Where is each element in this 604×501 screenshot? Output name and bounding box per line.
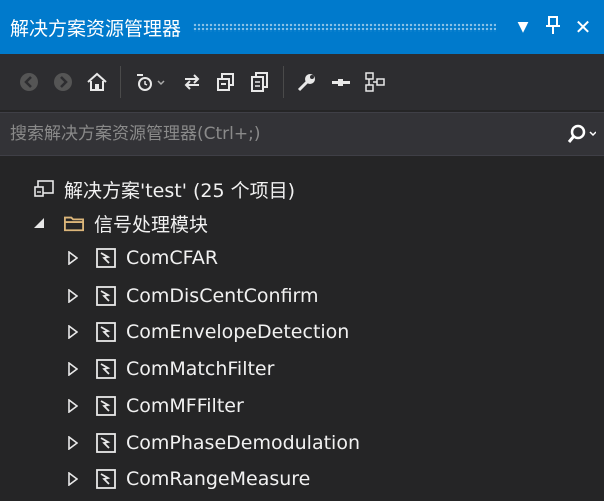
preview-selected-icon[interactable] — [326, 67, 356, 97]
toolbar — [0, 54, 604, 110]
project-label: ComDisCentConfirm — [126, 285, 319, 307]
project-label: ComRangeMeasure — [126, 468, 311, 490]
project-label: ComPhaseDemodulation — [126, 432, 361, 454]
tree-item-solution[interactable]: 解决方案'test' (25 个项目) — [34, 172, 295, 206]
toolbar-separator — [283, 66, 284, 98]
search-input[interactable] — [0, 112, 558, 156]
collapsed-arrow-icon[interactable] — [66, 289, 80, 303]
project-icon — [96, 433, 116, 453]
collapsed-arrow-icon[interactable] — [66, 472, 80, 486]
collapse-all-icon[interactable] — [211, 67, 241, 97]
tree-item-project[interactable]: ComPhaseDemodulation — [66, 426, 360, 460]
drag-grip[interactable] — [193, 22, 496, 32]
back-icon[interactable] — [14, 67, 44, 97]
project-label: ComCFAR — [126, 247, 219, 269]
pin-icon[interactable] — [538, 15, 568, 40]
project-label: ComMatchFilter — [126, 358, 275, 380]
project-label: ComMFFilter — [126, 395, 244, 417]
folder-icon — [64, 213, 84, 233]
project-icon — [96, 469, 116, 489]
toolbar-separator — [120, 66, 121, 98]
collapsed-arrow-icon[interactable] — [66, 399, 80, 413]
close-icon[interactable]: ✕ — [568, 15, 598, 39]
solution-label: 解决方案'test' (25 个项目) — [64, 179, 296, 202]
project-icon — [96, 322, 116, 342]
expanded-arrow-icon[interactable] — [32, 216, 46, 230]
tree-item-project[interactable]: ComRangeMeasure — [66, 462, 310, 496]
search-icon[interactable] — [558, 124, 604, 144]
panel-title: 解决方案资源管理器 — [10, 17, 182, 40]
folder-label: 信号处理模块 — [94, 213, 209, 236]
tree-item-project[interactable]: ComMatchFilter — [66, 352, 274, 386]
project-icon — [96, 396, 116, 416]
sync-pending-icon[interactable] — [129, 67, 173, 97]
search-box — [0, 112, 604, 156]
title-bar[interactable]: 解决方案资源管理器 ▼ ✕ — [0, 0, 604, 54]
home-icon[interactable] — [82, 67, 112, 97]
window-position-dropdown-icon[interactable]: ▼ — [508, 19, 538, 35]
project-icon — [96, 286, 116, 306]
class-view-icon[interactable] — [360, 67, 390, 97]
sync-with-document-icon[interactable] — [177, 67, 207, 97]
project-label: ComEnvelopeDetection — [126, 321, 350, 343]
solution-icon — [34, 179, 54, 199]
collapsed-arrow-icon[interactable] — [66, 362, 80, 376]
solution-explorer-panel: 解决方案资源管理器 ▼ ✕ 搜索解决方案资源管理器(Ctrl+;) 解决方案't… — [0, 0, 604, 501]
collapsed-arrow-icon[interactable] — [66, 251, 80, 265]
properties-wrench-icon[interactable] — [292, 67, 322, 97]
project-icon — [96, 359, 116, 379]
project-icon — [96, 248, 116, 268]
tree-item-project[interactable]: ComCFAR — [66, 241, 218, 275]
tree-item-project[interactable]: ComMFFilter — [66, 389, 244, 423]
tree-item-project[interactable]: ComDisCentConfirm — [66, 279, 319, 313]
tree-item-folder[interactable]: 信号处理模块 — [32, 206, 208, 240]
tree-item-project[interactable]: ComEnvelopeDetection — [66, 315, 349, 349]
forward-icon[interactable] — [48, 67, 78, 97]
collapsed-arrow-icon[interactable] — [66, 325, 80, 339]
collapsed-arrow-icon[interactable] — [66, 436, 80, 450]
show-all-files-icon[interactable] — [245, 67, 275, 97]
